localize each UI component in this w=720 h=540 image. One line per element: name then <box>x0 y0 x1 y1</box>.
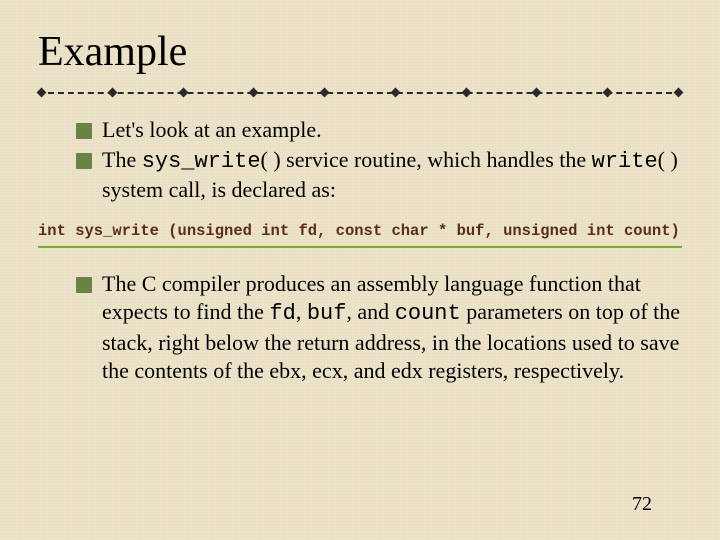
bullet-text-part: , and <box>343 358 391 383</box>
slide: Example Let's look at an example. The sy… <box>0 0 720 540</box>
title-divider <box>38 88 682 98</box>
bullet-list-top: Let's look at an example. The sys_write(… <box>38 116 682 204</box>
slide-content: Let's look at an example. The sys_write(… <box>38 116 682 385</box>
register-name: ebx <box>269 358 301 383</box>
bullet-text-part: , <box>296 299 307 324</box>
bullet-item: The sys_write( ) service routine, which … <box>76 146 682 204</box>
bullet-list-bottom: The C compiler produces an assembly lang… <box>38 270 682 385</box>
bullet-text-part: ( ) service routine, which handles the <box>261 147 592 172</box>
bullet-text-part: registers, respectively. <box>423 358 624 383</box>
bullet-item: The C compiler produces an assembly lang… <box>76 270 682 385</box>
bullet-text-part: The <box>102 147 142 172</box>
bullet-text: Let's look at an example. <box>102 117 322 142</box>
page-title: Example <box>38 28 682 76</box>
code-inline: count <box>395 301 461 326</box>
code-inline: buf <box>307 301 347 326</box>
bullet-text-part: , <box>301 358 312 383</box>
code-inline: sys_write <box>142 149 261 174</box>
register-name: edx <box>391 358 423 383</box>
bullet-text-part: , and <box>346 299 394 324</box>
page-number: 72 <box>632 493 652 516</box>
code-inline: write <box>592 149 658 174</box>
register-name: ecx <box>312 358 343 383</box>
code-block: int sys_write (unsigned int fd, const ch… <box>38 222 682 248</box>
code-inline: fd <box>269 301 295 326</box>
bullet-item: Let's look at an example. <box>76 116 682 144</box>
